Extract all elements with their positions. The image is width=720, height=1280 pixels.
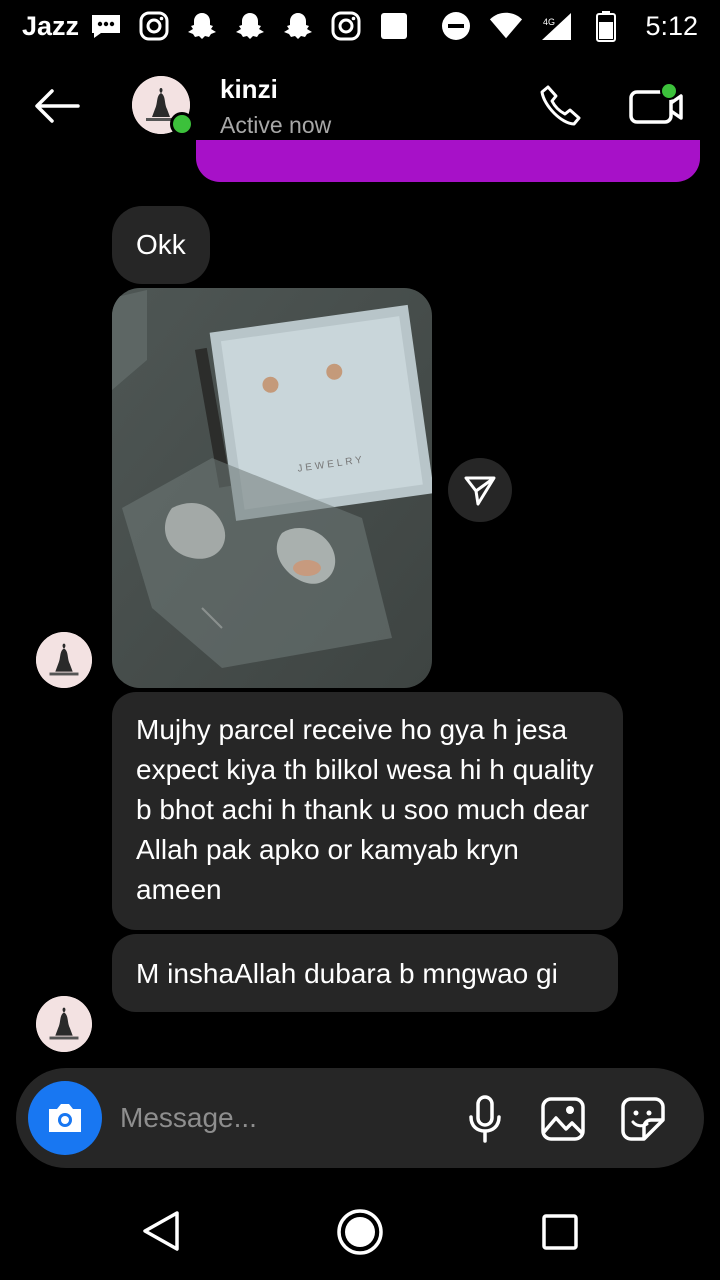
received-message-bubble[interactable]: Okk bbox=[112, 206, 210, 284]
boutique-logo-icon bbox=[36, 632, 92, 688]
battery-icon bbox=[589, 11, 623, 42]
instagram-icon bbox=[329, 11, 363, 41]
back-button[interactable] bbox=[28, 80, 84, 132]
home-circle-icon bbox=[337, 1209, 383, 1255]
contact-status: Active now bbox=[220, 112, 332, 138]
image-icon bbox=[541, 1097, 585, 1141]
nav-back-button[interactable] bbox=[138, 1208, 184, 1254]
message-text: Mujhy parcel receive ho gya h jesa expec… bbox=[136, 714, 594, 905]
contact-name[interactable]: kinzi bbox=[220, 74, 278, 105]
message-input[interactable] bbox=[120, 1094, 440, 1142]
send-icon bbox=[464, 476, 496, 506]
camera-icon bbox=[49, 1104, 81, 1132]
nav-recents-button[interactable] bbox=[538, 1210, 582, 1254]
sent-message-bubble[interactable] bbox=[196, 140, 700, 182]
share-button[interactable] bbox=[448, 458, 512, 522]
received-message-bubble[interactable]: M inshaAllah dubara b mngwao gi bbox=[112, 934, 618, 1012]
message-text: M inshaAllah dubara b mngwao gi bbox=[136, 958, 558, 989]
instagram-icon bbox=[137, 11, 171, 41]
video-call-button[interactable] bbox=[628, 80, 684, 134]
camera-button[interactable] bbox=[28, 1081, 102, 1155]
sender-avatar[interactable] bbox=[36, 632, 92, 688]
microphone-icon bbox=[469, 1095, 501, 1143]
snapchat-icon bbox=[185, 11, 219, 41]
received-message-bubble[interactable]: Mujhy parcel receive ho gya h jesa expec… bbox=[112, 692, 623, 930]
do-not-disturb-icon bbox=[439, 11, 473, 41]
wifi-icon bbox=[489, 11, 523, 41]
status-bar: Jazz 4G 5:12 bbox=[0, 0, 720, 52]
signal-icon: 4G bbox=[539, 11, 573, 41]
jewelry-parcel-photo: JEWELRY bbox=[112, 288, 432, 688]
sticker-icon bbox=[621, 1097, 665, 1141]
message-text: Okk bbox=[136, 229, 186, 260]
notification-icons bbox=[89, 11, 411, 41]
message-composer bbox=[16, 1068, 704, 1168]
carrier-name: Jazz bbox=[22, 10, 80, 41]
audio-call-button[interactable] bbox=[534, 80, 588, 134]
voice-message-button[interactable] bbox=[462, 1094, 508, 1144]
online-status-indicator bbox=[170, 112, 194, 136]
svg-text:4G: 4G bbox=[543, 17, 555, 27]
nav-home-button[interactable] bbox=[336, 1208, 384, 1256]
navigation-bar bbox=[0, 1180, 720, 1280]
phone-icon bbox=[540, 85, 581, 126]
snapchat-icon bbox=[281, 11, 315, 41]
snapchat-icon bbox=[233, 11, 267, 41]
messages-icon bbox=[89, 11, 123, 41]
arrow-left-icon bbox=[35, 89, 80, 123]
sender-avatar[interactable] bbox=[36, 996, 92, 1052]
sticker-button[interactable] bbox=[618, 1094, 668, 1144]
clock: 5:12 bbox=[645, 10, 698, 41]
square-notification-icon bbox=[377, 11, 411, 41]
recents-square-icon bbox=[542, 1214, 578, 1250]
video-camera-icon bbox=[629, 82, 683, 124]
triangle-back-icon bbox=[143, 1211, 179, 1251]
system-icons: 4G 5:12 bbox=[439, 11, 698, 42]
contact-avatar[interactable] bbox=[132, 76, 194, 136]
received-photo[interactable]: JEWELRY bbox=[112, 288, 432, 688]
gallery-button[interactable] bbox=[538, 1094, 588, 1144]
boutique-logo-icon bbox=[36, 996, 92, 1052]
